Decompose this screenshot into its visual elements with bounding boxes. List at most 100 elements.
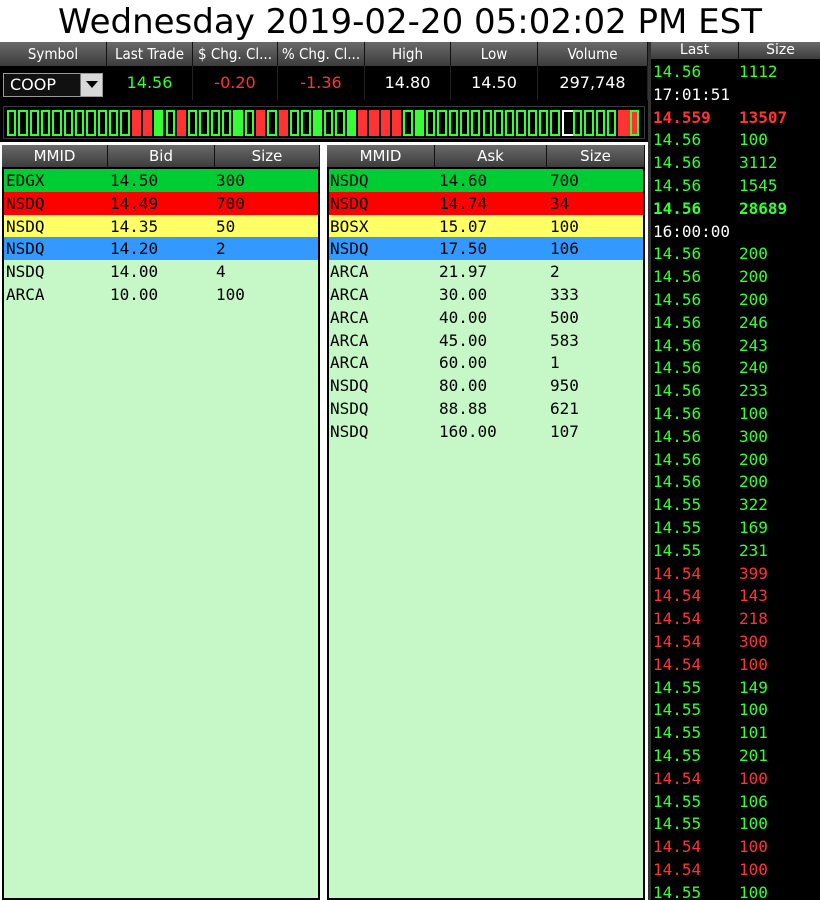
ask-size: 950 bbox=[550, 376, 579, 396]
ask-mmid: NSDQ bbox=[330, 376, 369, 396]
ts-last: 14.54 bbox=[653, 654, 702, 674]
ts-size: 100 bbox=[739, 882, 768, 900]
ask-mmid: NSDQ bbox=[330, 399, 369, 418]
ts-last: 14.54 bbox=[653, 586, 702, 606]
bid-size: 300 bbox=[216, 171, 245, 190]
ts-size: 399 bbox=[739, 563, 768, 583]
high-header[interactable]: High bbox=[365, 42, 451, 66]
ts-last: 14.55 bbox=[653, 518, 702, 537]
ask-row[interactable]: ARCA 30.00 333 bbox=[329, 283, 643, 306]
ask-row[interactable]: NSDQ 14.60 700 bbox=[329, 169, 643, 192]
ts-last: 14.56 bbox=[653, 404, 702, 423]
tick-mark bbox=[471, 110, 481, 136]
symbol-dropdown[interactable]: COOP bbox=[3, 73, 103, 97]
ts-last: 14.55 bbox=[653, 746, 702, 765]
tick-mark bbox=[301, 110, 311, 136]
tick-mark bbox=[539, 110, 549, 136]
ts-size: 233 bbox=[739, 381, 768, 401]
bid-size-header[interactable]: Size bbox=[215, 145, 320, 167]
ask-price: 17.50 bbox=[439, 239, 488, 259]
tick-mark bbox=[324, 110, 334, 136]
ask-row[interactable]: NSDQ 17.50 106 bbox=[329, 237, 643, 261]
tick-mark bbox=[7, 110, 17, 136]
ts-last: 14.56 bbox=[653, 198, 702, 218]
tick-mark bbox=[335, 110, 345, 136]
tick-mark bbox=[357, 110, 368, 136]
ts-last: 14.54 bbox=[653, 768, 702, 788]
dollar-change-value: -0.20 bbox=[193, 66, 278, 100]
ts-size: 149 bbox=[739, 677, 768, 697]
ts-last: 14.56 bbox=[653, 244, 702, 264]
ts-time-row: 16:00:00 bbox=[651, 221, 820, 244]
ts-trade-row: 14.56 200 bbox=[651, 449, 820, 472]
ts-trade-row: 14.54 100 bbox=[651, 859, 820, 882]
tick-mark bbox=[256, 110, 266, 136]
ts-size: 200 bbox=[739, 472, 768, 492]
bid-row[interactable]: NSDQ 14.20 2 bbox=[4, 237, 318, 261]
ask-row[interactable]: NSDQ 160.00 107 bbox=[329, 420, 643, 443]
ask-mmid: ARCA bbox=[330, 353, 369, 373]
tick-mark bbox=[505, 110, 515, 136]
ts-trade-row: 14.55 201 bbox=[651, 745, 820, 768]
tick-mark bbox=[97, 110, 107, 136]
ts-trade-row: 14.55 100 bbox=[651, 882, 820, 900]
ask-row[interactable]: NSDQ 88.88 621 bbox=[329, 397, 643, 420]
dollar-change-header[interactable]: $ Chg. Cl... bbox=[193, 42, 278, 66]
tick-mark bbox=[290, 110, 300, 136]
ask-row[interactable]: NSDQ 14.74 34 bbox=[329, 191, 643, 215]
ts-trade-row: 14.54 100 bbox=[651, 654, 820, 677]
ask-size: 34 bbox=[550, 193, 570, 213]
tick-mark bbox=[312, 110, 322, 136]
ask-row[interactable]: ARCA 21.97 2 bbox=[329, 260, 643, 283]
tick-mark bbox=[142, 110, 153, 136]
ts-trade-row: 14.56 300 bbox=[651, 426, 820, 449]
tick-mark bbox=[40, 110, 51, 136]
ts-size: 13507 bbox=[739, 107, 788, 127]
ask-book: NSDQ 14.60 700 NSDQ 14.74 34 BOSX 15.07 100 NSDQ 1… bbox=[327, 167, 645, 900]
volume-header[interactable]: Volume bbox=[538, 42, 648, 66]
last-trade-header[interactable]: Last Trade bbox=[107, 42, 193, 66]
ask-price: 40.00 bbox=[439, 307, 488, 327]
percent-change-header[interactable]: % Chg. Cl... bbox=[278, 42, 365, 66]
ask-price: 60.00 bbox=[439, 353, 488, 373]
dropdown-button[interactable] bbox=[80, 74, 102, 96]
bid-price-header[interactable]: Bid bbox=[108, 145, 215, 167]
bid-mmid-header[interactable]: MMID bbox=[2, 145, 108, 167]
ts-last-header[interactable]: Last bbox=[651, 42, 739, 59]
ts-trade-row: 14.56 100 bbox=[651, 129, 820, 152]
ts-trade-row: 14.54 300 bbox=[651, 631, 820, 654]
tick-mark bbox=[233, 110, 243, 136]
ask-mmid-header[interactable]: MMID bbox=[327, 145, 435, 167]
ts-last: 14.55 bbox=[653, 791, 702, 811]
ask-size-header[interactable]: Size bbox=[547, 145, 645, 167]
ts-size: 231 bbox=[739, 540, 768, 560]
ask-row[interactable]: NSDQ 80.00 950 bbox=[329, 374, 643, 397]
ask-row[interactable]: ARCA 60.00 1 bbox=[329, 351, 643, 374]
ts-size: 243 bbox=[739, 335, 768, 355]
low-header[interactable]: Low bbox=[451, 42, 538, 66]
ts-size: 100 bbox=[739, 404, 768, 423]
ts-trade-row: 14.55 100 bbox=[651, 699, 820, 722]
low-value: 14.50 bbox=[451, 66, 538, 100]
bid-row[interactable]: ARCA 10.00 100 bbox=[4, 283, 318, 306]
ts-last: 14.559 bbox=[653, 107, 711, 127]
bid-row[interactable]: NSDQ 14.49 700 bbox=[4, 191, 318, 215]
ts-last: 14.55 bbox=[653, 495, 702, 515]
ask-row[interactable]: ARCA 45.00 583 bbox=[329, 329, 643, 352]
ts-size: 240 bbox=[739, 358, 768, 378]
tick-mark bbox=[63, 110, 73, 136]
bid-size: 4 bbox=[216, 262, 226, 282]
ask-price-header[interactable]: Ask bbox=[435, 145, 547, 167]
bid-row[interactable]: EDGX 14.50 300 bbox=[4, 169, 318, 192]
bid-row[interactable]: NSDQ 14.00 4 bbox=[4, 260, 318, 283]
ts-trade-row: 14.55 100 bbox=[651, 813, 820, 836]
ts-size-header[interactable]: Size bbox=[739, 42, 820, 59]
tick-mark bbox=[459, 110, 470, 136]
tick-mark bbox=[120, 110, 130, 136]
tick-mark bbox=[29, 110, 39, 136]
bid-row[interactable]: NSDQ 14.35 50 bbox=[4, 214, 318, 238]
ask-row[interactable]: BOSX 15.07 100 bbox=[329, 214, 643, 238]
ask-size: 621 bbox=[550, 399, 579, 418]
ask-row[interactable]: ARCA 40.00 500 bbox=[329, 306, 643, 329]
symbol-header[interactable]: Symbol bbox=[0, 42, 107, 66]
